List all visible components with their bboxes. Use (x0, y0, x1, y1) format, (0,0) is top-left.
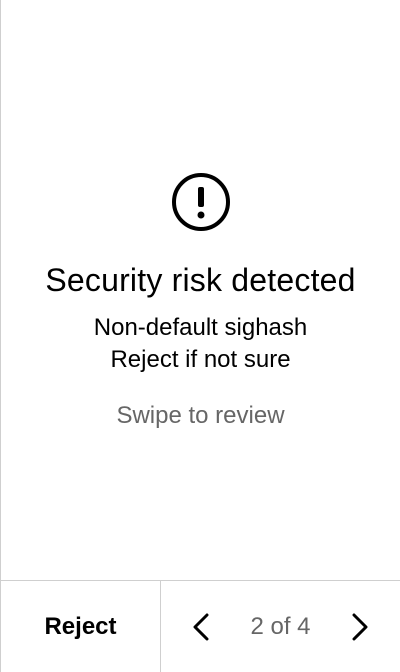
warning-subtitle-line2: Reject if not sure (110, 346, 291, 373)
swipe-hint: Swipe to review (116, 402, 285, 429)
warning-title: Security risk detected (45, 262, 356, 298)
pagination-nav: 2 of 4 (161, 581, 400, 672)
reject-button[interactable]: Reject (1, 581, 161, 672)
chevron-right-icon[interactable] (348, 612, 372, 642)
security-warning-screen: Security risk detected Non-default sigha… (0, 0, 400, 672)
chevron-left-icon[interactable] (189, 612, 213, 642)
exclamation-circle-icon (171, 172, 231, 232)
warning-content: Security risk detected Non-default sigha… (1, 172, 400, 432)
page-indicator: 2 of 4 (250, 612, 311, 640)
warning-subtitle-line1: Non-default sighash (93, 314, 308, 341)
warning-subtitle: Non-default sighash Reject if not sure (94, 312, 307, 376)
footer-bar: Reject 2 of 4 (1, 580, 400, 672)
